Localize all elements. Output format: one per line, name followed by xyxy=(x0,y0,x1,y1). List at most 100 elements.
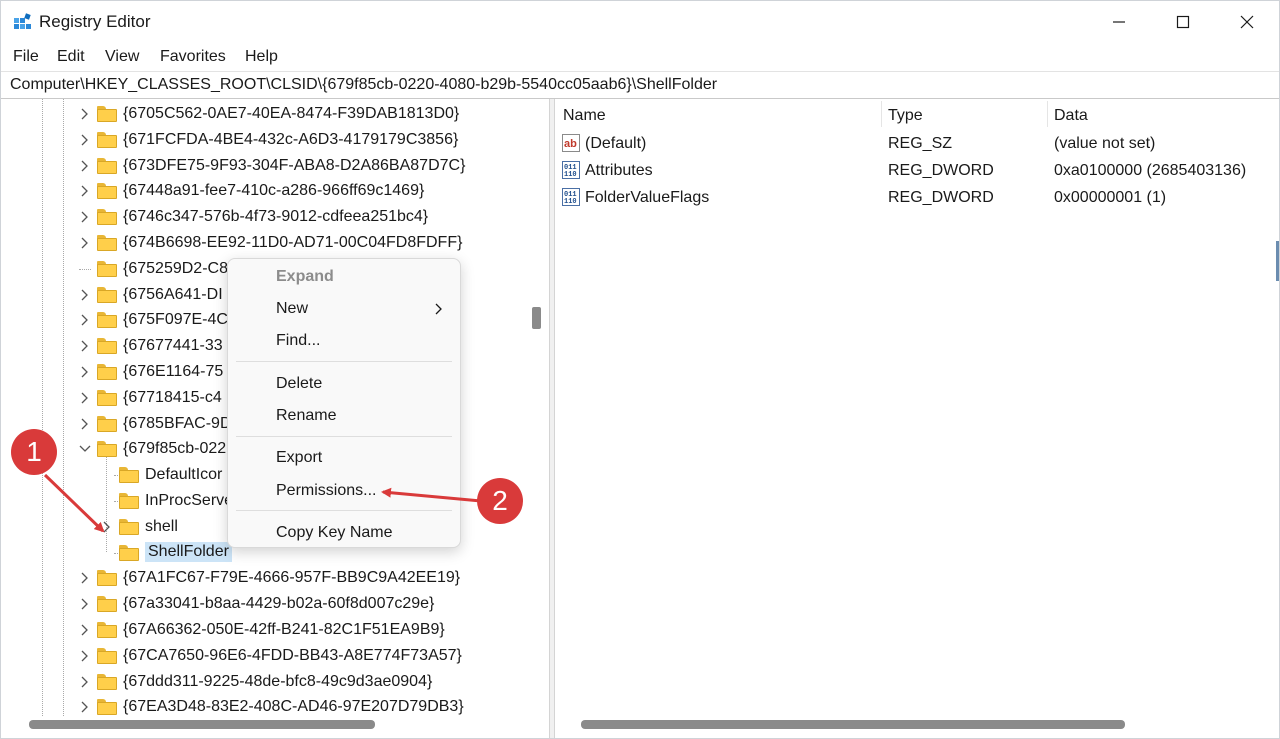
menu-help[interactable]: Help xyxy=(245,48,278,66)
expand-chevron-icon[interactable] xyxy=(79,390,91,406)
tree-vertical-scrollbar[interactable] xyxy=(525,99,549,716)
menu-edit[interactable]: Edit xyxy=(57,48,85,66)
column-header-data[interactable]: Data xyxy=(1054,107,1088,125)
tree-node-label[interactable]: {67ddd311-9225-48de-bfc8-49c9d3ae0904} xyxy=(123,673,432,691)
menu-item-export[interactable]: Export xyxy=(276,449,322,467)
value-data: 0x00000001 (1) xyxy=(1054,189,1167,206)
value-row[interactable]: 011 110 FolderValueFlags REG_DWORD 0x0000000… xyxy=(555,185,1279,211)
expand-chevron-icon[interactable] xyxy=(101,519,113,535)
svg-text:110: 110 xyxy=(564,198,577,206)
expand-chevron-icon[interactable] xyxy=(79,209,91,225)
menu-file[interactable]: File xyxy=(13,48,39,66)
tree-node[interactable]: {67ddd311-9225-48de-bfc8-49c9d3ae0904} xyxy=(1,669,531,695)
tree-node-label[interactable]: {671FCFDA-4BE4-432c-A6D3-4179179C3856} xyxy=(123,131,458,149)
expand-chevron-icon[interactable] xyxy=(79,287,91,303)
tree-node-label[interactable]: {67a33041-b8aa-4429-b02a-60f8d007c29e} xyxy=(123,595,434,613)
registry-editor-app-icon xyxy=(14,13,31,29)
value-row[interactable]: ab (Default) REG_SZ (value not set) xyxy=(555,131,1279,157)
collapse-chevron-icon[interactable] xyxy=(79,441,91,457)
binary-value-icon: 011 110 xyxy=(562,161,580,179)
tree-node[interactable]: {674B6698-EE92-11D0-AD71-00C04FD8FDFF} xyxy=(1,230,531,256)
menu-item-delete[interactable]: Delete xyxy=(276,375,322,393)
folder-icon xyxy=(119,544,139,561)
expand-chevron-icon[interactable] xyxy=(79,312,91,328)
values-horizontal-scroll-thumb[interactable] xyxy=(581,720,1125,729)
expand-chevron-icon[interactable] xyxy=(79,338,91,354)
tree-node-label[interactable]: {675259D2-C8 xyxy=(123,260,228,278)
tree-node-label[interactable]: ShellFolder xyxy=(145,541,232,562)
address-path[interactable]: Computer\HKEY_CLASSES_ROOT\CLSID\{679f85… xyxy=(10,76,717,94)
expand-chevron-icon[interactable] xyxy=(79,596,91,612)
tree-node-label[interactable]: {67A1FC67-F79E-4666-957F-BB9C9A42EE19} xyxy=(123,569,460,587)
tree-node-label[interactable]: {674B6698-EE92-11D0-AD71-00C04FD8FDFF} xyxy=(123,234,462,252)
tree-node-label[interactable]: {679f85cb-022 xyxy=(123,440,226,458)
tree-node-label[interactable]: {67677441-33 xyxy=(123,337,223,355)
expand-chevron-icon[interactable] xyxy=(79,132,91,148)
tree-node[interactable]: {6746c347-576b-4f73-9012-cdfeea251bc4} xyxy=(1,204,531,230)
svg-text:ab: ab xyxy=(564,138,577,150)
tree-node[interactable]: {67A66362-050E-42ff-B241-82C1F51EA9B9} xyxy=(1,617,531,643)
tree-node[interactable]: {67a33041-b8aa-4429-b02a-60f8d007c29e} xyxy=(1,591,531,617)
close-button[interactable] xyxy=(1215,1,1279,43)
tree-node-label[interactable]: shell xyxy=(145,518,178,536)
tree-node-label[interactable]: {673DFE75-9F93-304F-ABA8-D2A86BA87D7C} xyxy=(123,157,465,175)
menu-bar: File Edit View Favorites Help xyxy=(1,43,1279,71)
expand-chevron-icon[interactable] xyxy=(79,416,91,432)
menu-item-permissions[interactable]: Permissions... xyxy=(276,482,376,500)
menu-item-find[interactable]: Find... xyxy=(276,332,320,350)
expand-chevron-icon[interactable] xyxy=(79,622,91,638)
column-header-type[interactable]: Type xyxy=(888,107,923,125)
expand-chevron-icon[interactable] xyxy=(79,674,91,690)
expand-chevron-icon[interactable] xyxy=(79,158,91,174)
folder-icon xyxy=(97,312,117,329)
menu-item-new[interactable]: New xyxy=(276,300,308,318)
minimize-button[interactable] xyxy=(1087,1,1151,43)
menu-item-rename[interactable]: Rename xyxy=(276,407,336,425)
column-divider[interactable] xyxy=(1047,101,1048,127)
tree-node-label[interactable]: {67CA7650-96E6-4FDD-BB43-A8E774F73A57} xyxy=(123,647,462,665)
folder-icon xyxy=(97,570,117,587)
folder-icon xyxy=(97,183,117,200)
tree-node-label[interactable]: {67EA3D48-83E2-408C-AD46-97E207D79DB3} xyxy=(123,698,464,716)
address-bar[interactable]: Computer\HKEY_CLASSES_ROOT\CLSID\{679f85… xyxy=(1,71,1279,99)
tree-node[interactable]: {6705C562-0AE7-40EA-8474-F39DAB1813D0} xyxy=(1,101,531,127)
expand-chevron-icon[interactable] xyxy=(79,570,91,586)
column-divider[interactable] xyxy=(881,101,882,127)
tree-vertical-scroll-thumb[interactable] xyxy=(532,307,541,329)
tree-node[interactable]: {67A1FC67-F79E-4666-957F-BB9C9A42EE19} xyxy=(1,565,531,591)
tree-node[interactable]: {67448a91-fee7-410c-a286-966ff69c1469} xyxy=(1,178,531,204)
tree-horizontal-scroll-thumb[interactable] xyxy=(29,720,375,729)
menu-item-copy-key-name[interactable]: Copy Key Name xyxy=(276,524,393,542)
tree-node[interactable]: {673DFE75-9F93-304F-ABA8-D2A86BA87D7C} xyxy=(1,153,531,179)
tree-node-label[interactable]: {675F097E-4C xyxy=(123,311,228,329)
tree-node-label[interactable]: {67448a91-fee7-410c-a286-966ff69c1469} xyxy=(123,182,424,200)
tree-node-label[interactable]: {6785BFAC-9D xyxy=(123,415,232,433)
tree-node[interactable]: {67CA7650-96E6-4FDD-BB43-A8E774F73A57} xyxy=(1,643,531,669)
tree-node[interactable]: {67EA3D48-83E2-408C-AD46-97E207D79DB3} xyxy=(1,694,531,716)
tree-node-label[interactable]: InProcServe xyxy=(145,492,233,510)
menu-view[interactable]: View xyxy=(105,48,139,66)
tree-node-label[interactable]: {67718415-c4 xyxy=(123,389,222,407)
tree-node[interactable]: {671FCFDA-4BE4-432c-A6D3-4179179C3856} xyxy=(1,127,531,153)
maximize-button[interactable] xyxy=(1151,1,1215,43)
folder-icon xyxy=(97,260,117,277)
expand-chevron-icon[interactable] xyxy=(79,699,91,715)
expand-chevron-icon[interactable] xyxy=(79,648,91,664)
values-list-pane[interactable]: Name Type Data ab (Default) REG_SZ (value n… xyxy=(555,99,1279,716)
tree-node-label[interactable]: {676E1164-75 xyxy=(123,363,223,381)
expand-chevron-icon[interactable] xyxy=(79,183,91,199)
value-name: (Default) xyxy=(585,135,647,152)
tree-node-label[interactable]: DefaultIcor xyxy=(145,466,222,484)
expand-chevron-icon[interactable] xyxy=(79,106,91,122)
value-row[interactable]: 011 110 Attributes REG_DWORD 0xa0100000 (268… xyxy=(555,158,1279,184)
expand-chevron-icon[interactable] xyxy=(79,364,91,380)
tree-node-label[interactable]: {6746c347-576b-4f73-9012-cdfeea251bc4} xyxy=(123,208,428,226)
svg-text:110: 110 xyxy=(564,171,577,179)
tree-node-label[interactable]: {6705C562-0AE7-40EA-8474-F39DAB1813D0} xyxy=(123,105,459,123)
column-header-name[interactable]: Name xyxy=(563,107,606,125)
tree-node-label[interactable]: {67A66362-050E-42ff-B241-82C1F51EA9B9} xyxy=(123,621,445,639)
folder-icon xyxy=(119,493,139,509)
expand-chevron-icon[interactable] xyxy=(79,235,91,251)
tree-node-label[interactable]: {6756A641-DI xyxy=(123,286,223,304)
menu-favorites[interactable]: Favorites xyxy=(160,48,226,66)
